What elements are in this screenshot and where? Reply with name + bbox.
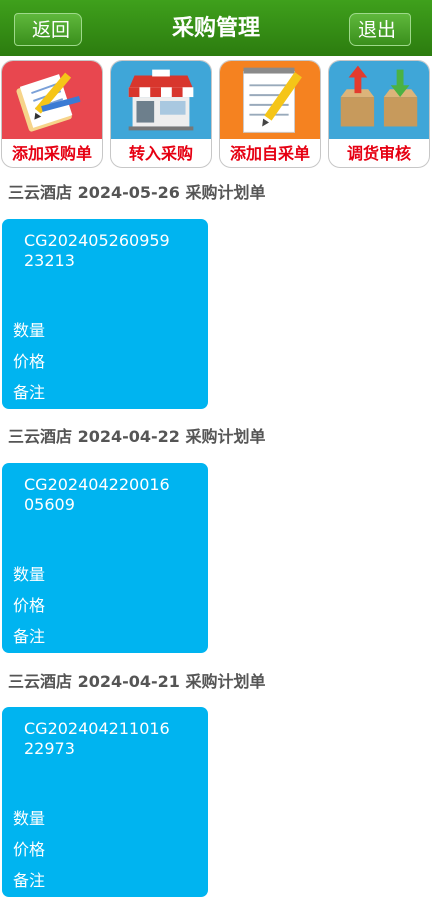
plan-card[interactable]: CG20240526095923213 数量 价格 备注 [2, 219, 208, 409]
action-label: 调货审核 [346, 144, 411, 163]
transfer-to-purchase-button[interactable]: 转入采购 [110, 60, 212, 168]
quantity-label: 数量 [13, 565, 46, 584]
boxes-transfer-icon [329, 61, 429, 139]
top-bar: 返回 采购管理 退出 [0, 0, 432, 56]
plan-code: CG20240526095923213 [24, 231, 170, 269]
shop-icon [111, 61, 211, 139]
plan-card[interactable]: CG20240421101622973 数量 价格 备注 [2, 707, 208, 897]
add-purchase-order-button[interactable]: 添加采购单 [1, 60, 103, 168]
plan-title: 三云酒店 2024-04-21 采购计划单 [8, 672, 266, 691]
exit-button[interactable]: 退出 [349, 13, 411, 46]
price-label: 价格 [13, 596, 46, 615]
add-self-purchase-button[interactable]: 添加自采单 [219, 60, 321, 168]
note-label: 备注 [13, 383, 46, 402]
plan-code: CG20240421101622973 [24, 719, 170, 757]
notepad-pencil-icon [220, 61, 320, 139]
plan-title: 三云酒店 2024-04-22 采购计划单 [8, 427, 266, 446]
action-label: 添加自采单 [229, 144, 310, 163]
price-label: 价格 [13, 840, 46, 859]
transfer-review-button[interactable]: 调货审核 [328, 60, 430, 168]
action-label: 转入采购 [128, 144, 193, 163]
action-grid: 添加采购单 转入采购 添加自采单 调货审核 [0, 60, 432, 170]
action-label: 添加采购单 [11, 144, 92, 163]
quantity-label: 数量 [13, 321, 46, 340]
note-label: 备注 [13, 627, 46, 646]
price-label: 价格 [13, 352, 46, 371]
quantity-label: 数量 [13, 809, 46, 828]
plan-title: 三云酒店 2024-05-26 采购计划单 [8, 183, 266, 202]
note-label: 备注 [13, 871, 46, 890]
plan-card[interactable]: CG20240422001605609 数量 价格 备注 [2, 463, 208, 653]
plan-code: CG20240422001605609 [24, 475, 170, 513]
order-form-icon [2, 61, 102, 139]
